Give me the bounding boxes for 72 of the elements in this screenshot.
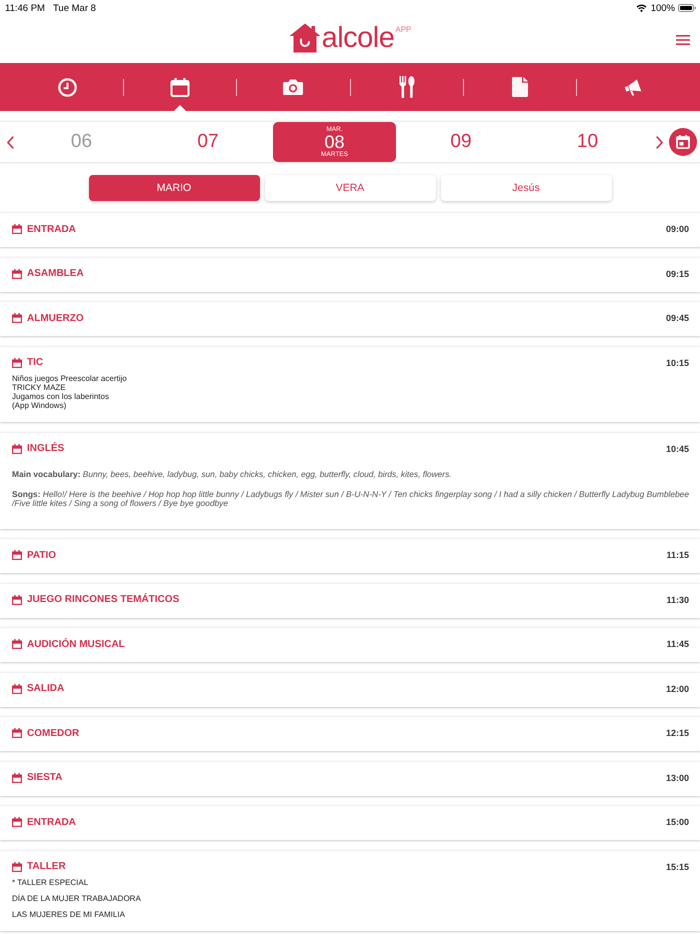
status-date: Tue Mar 8 <box>52 2 96 14</box>
wifi-icon <box>636 4 647 12</box>
activity-title: JUEGO RINCONES TEMÁTICOS <box>27 594 180 605</box>
calendar-icon <box>12 224 22 234</box>
activity-time: 10:15 <box>666 358 689 368</box>
activity-title: INGLÉS <box>27 443 66 454</box>
activity-title: PATIO <box>27 550 58 560</box>
chevron-left-icon <box>6 136 14 148</box>
calendar-button[interactable] <box>669 128 697 156</box>
activity-time: 12:00 <box>666 684 689 694</box>
activity-time: 11:45 <box>666 639 689 649</box>
battery-icon <box>678 4 696 12</box>
activity-note: LAS MUJERES DE MI FAMILIA <box>12 910 126 919</box>
activity-title: TIC <box>27 357 44 368</box>
fork-and-spoon-icon <box>398 76 415 98</box>
selected-pointer-icon <box>174 105 186 111</box>
activity-title: ASAMBLEA <box>27 268 85 279</box>
activity-time: 15:15 <box>666 862 689 872</box>
student-tab[interactable]: VERA <box>264 175 436 201</box>
calendar-icon <box>12 817 22 827</box>
calendar-icon <box>12 728 22 738</box>
battery-percent: 100% <box>650 2 675 14</box>
activity-time: 12:15 <box>666 728 689 738</box>
activity-note: Main vocabulary: Bunny, bees, beehive, ladybug, sun, baby chicks, chicken, egg, butterfly, cloud, birds, kites, flowers. <box>12 470 453 479</box>
document-icon <box>512 77 528 97</box>
house-icon <box>288 23 321 53</box>
chevron-right-icon <box>656 136 662 148</box>
student-tab[interactable]: MARIO <box>88 175 260 201</box>
calendar-icon <box>12 550 22 560</box>
calendar-icon <box>12 862 22 872</box>
calendar-icon <box>676 135 690 149</box>
activity-title: COMEDOR <box>27 728 80 738</box>
calendar-icon <box>12 639 22 649</box>
activity-time: 15:00 <box>666 817 689 827</box>
student-tab[interactable]: Jesús <box>440 175 612 201</box>
calendar-icon <box>12 772 22 782</box>
activity-note: Songs: Hello!/ Here is the beehive / Hop hop hop little bunny / Ladybugs fly / Mister sun / B-U-N-N-Y / Ten chicks fingerplay song / I had a silly chicken / Butterfly Ladybug Bumblebee /Five little kites / Sing a song of flowers / Bye bye goodbye <box>12 490 689 508</box>
calendar-icon <box>170 78 190 96</box>
activity-time: 09:45 <box>666 313 689 323</box>
activity-time: 09:15 <box>666 268 689 278</box>
activity-title: TALLER <box>27 861 67 872</box>
day-button[interactable]: 07 <box>146 122 270 162</box>
activity-title: SIESTA <box>27 772 64 783</box>
calendar-icon <box>12 358 22 368</box>
activity-note: DÍA DE LA MUJER TRABAJADORA <box>12 894 142 903</box>
menu-icon <box>676 34 690 44</box>
activity-time: 09:00 <box>666 224 689 234</box>
app-label: APP <box>395 25 412 34</box>
logo-text: alcole <box>322 23 394 53</box>
menu-button[interactable] <box>676 34 690 44</box>
activity-title: ALMUERZO <box>27 312 85 324</box>
megaphone-icon <box>624 78 642 96</box>
day-button[interactable]: 10 <box>526 122 649 162</box>
activity-time: 11:30 <box>666 594 689 604</box>
activity-note: * TALLER ESPECIAL <box>12 878 90 887</box>
day-button[interactable]: 09 <box>400 122 522 162</box>
calendar-icon <box>12 684 22 694</box>
activity-title: AUDICIÓN MUSICAL <box>27 638 126 650</box>
camera-icon <box>283 79 304 95</box>
calendar-icon <box>12 594 22 604</box>
clock-icon <box>58 78 77 96</box>
activity-title: ENTRADA <box>27 224 77 234</box>
calendar-icon <box>12 313 22 323</box>
status-time: 11:46 PM <box>5 2 45 14</box>
activity-title: ENTRADA <box>27 816 77 828</box>
activity-time: 13:00 <box>666 772 689 782</box>
calendar-icon <box>12 268 22 278</box>
activity-time: 10:45 <box>666 444 689 454</box>
activity-title: SALIDA <box>27 683 66 694</box>
activity-note: Niños juegos Preescolar acertijo TRICKY MAZE Jugamos con los laberintos (App Windows) <box>12 374 128 410</box>
activity-time: 11:15 <box>666 550 689 560</box>
calendar-icon <box>12 444 22 454</box>
